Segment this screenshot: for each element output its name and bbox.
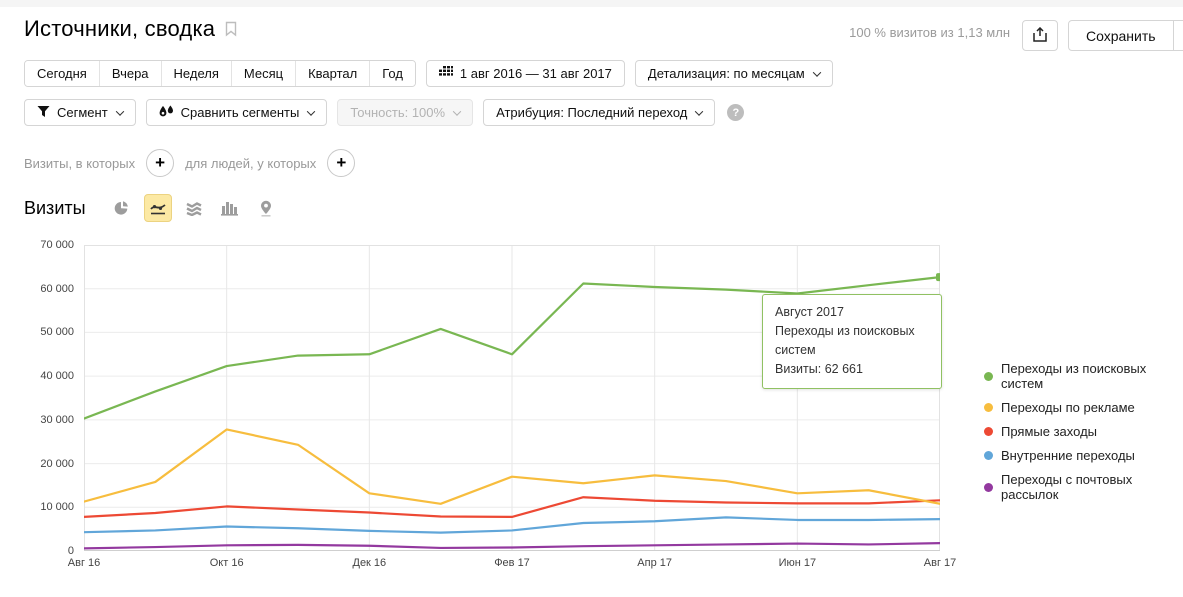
y-axis-label: 0 bbox=[68, 545, 74, 557]
segment-dropdown[interactable]: Сегмент bbox=[24, 99, 136, 126]
segment-builder: Визиты, в которых + для людей, у которых… bbox=[24, 149, 355, 177]
granularity-label: Детализация: по месяцам bbox=[648, 66, 805, 81]
attribution-dropdown[interactable]: Атрибуция: Последний переход bbox=[483, 99, 715, 126]
y-axis-label: 30 000 bbox=[40, 414, 74, 426]
chart-tooltip: Август 2017 Переходы из поисковых систем… bbox=[762, 294, 942, 389]
y-axis-label: 40 000 bbox=[40, 370, 74, 382]
chevron-down-icon bbox=[307, 107, 315, 115]
date-range-button[interactable]: 1 авг 2016 — 31 авг 2017 bbox=[426, 60, 625, 87]
y-axis: 010 00020 00030 00040 00050 00060 00070 … bbox=[0, 245, 74, 551]
bookmark-icon[interactable] bbox=[225, 21, 237, 37]
legend-label: Переходы по рекламе bbox=[1001, 400, 1135, 415]
legend-dot-icon bbox=[984, 372, 993, 381]
legend-item[interactable]: Прямые заходы bbox=[984, 424, 1183, 439]
tooltip-value: Визиты: 62 661 bbox=[775, 360, 929, 379]
segment-label: Сегмент bbox=[57, 105, 108, 120]
legend-dot-icon bbox=[984, 403, 993, 412]
legend-item[interactable]: Переходы по рекламе bbox=[984, 400, 1183, 415]
legend-label: Переходы с почтовых рассылок bbox=[1001, 472, 1183, 502]
metric-label: Визиты bbox=[24, 198, 86, 219]
tooltip-date: Август 2017 bbox=[775, 303, 929, 322]
period-month[interactable]: Месяц bbox=[231, 61, 295, 86]
page-header: Источники, сводка bbox=[24, 16, 237, 42]
chevron-down-icon bbox=[115, 107, 123, 115]
y-axis-label: 10 000 bbox=[40, 501, 74, 513]
page-title: Источники, сводка bbox=[24, 16, 215, 42]
highlight-marker[interactable] bbox=[936, 273, 940, 281]
save-button[interactable]: Сохранить bbox=[1068, 20, 1174, 51]
chart-type-pie-icon[interactable] bbox=[108, 194, 136, 222]
line-chart[interactable] bbox=[84, 245, 940, 551]
chart-type-map-icon[interactable] bbox=[252, 194, 280, 222]
legend-item[interactable]: Переходы с почтовых рассылок bbox=[984, 472, 1183, 502]
save-split-button: Сохранить bbox=[1068, 20, 1183, 51]
export-icon bbox=[1033, 27, 1047, 45]
chevron-down-icon bbox=[695, 107, 703, 115]
chart-type-line-icon[interactable] bbox=[144, 194, 172, 222]
add-people-condition-button[interactable]: + bbox=[327, 149, 355, 177]
people-condition-label: для людей, у которых bbox=[185, 156, 316, 171]
x-axis-label: Июн 17 bbox=[779, 557, 817, 569]
y-axis-label: 70 000 bbox=[40, 239, 74, 251]
period-presets: Сегодня Вчера Неделя Месяц Квартал Год bbox=[24, 60, 416, 87]
legend-item[interactable]: Внутренние переходы bbox=[984, 448, 1183, 463]
save-dropdown-button[interactable] bbox=[1174, 20, 1183, 51]
legend-dot-icon bbox=[984, 483, 993, 492]
compare-segments-dropdown[interactable]: Сравнить сегменты bbox=[146, 99, 328, 126]
sample-size-note: 100 % визитов из 1,13 млн bbox=[849, 25, 1010, 40]
metric-row: Визиты bbox=[24, 194, 280, 222]
period-toolbar: Сегодня Вчера Неделя Месяц Квартал Год 1… bbox=[24, 60, 833, 87]
date-range-label: 1 авг 2016 — 31 авг 2017 bbox=[460, 66, 612, 81]
chevron-down-icon bbox=[813, 68, 821, 76]
visits-condition-label: Визиты, в которых bbox=[24, 156, 135, 171]
accuracy-label: Точность: 100% bbox=[350, 105, 445, 120]
legend-item[interactable]: Переходы из поисковых систем bbox=[984, 361, 1183, 391]
x-axis-label: Авг 17 bbox=[924, 557, 956, 569]
export-button[interactable] bbox=[1022, 20, 1058, 51]
legend-label: Переходы из поисковых систем bbox=[1001, 361, 1183, 391]
chart-legend: Переходы из поисковых систем Переходы по … bbox=[984, 361, 1183, 511]
top-strip bbox=[0, 0, 1183, 7]
legend-label: Прямые заходы bbox=[1001, 424, 1097, 439]
filter-toolbar: Сегмент Сравнить сегменты Точность: 100%… bbox=[24, 99, 744, 126]
chart-type-stacked-areas-icon[interactable] bbox=[180, 194, 208, 222]
granularity-dropdown[interactable]: Детализация: по месяцам bbox=[635, 60, 833, 87]
period-week[interactable]: Неделя bbox=[161, 61, 231, 86]
funnel-icon bbox=[37, 105, 50, 121]
x-axis-label: Авг 16 bbox=[68, 557, 100, 569]
add-visit-condition-button[interactable]: + bbox=[146, 149, 174, 177]
accuracy-dropdown[interactable]: Точность: 100% bbox=[337, 99, 473, 126]
period-today[interactable]: Сегодня bbox=[25, 61, 99, 86]
chevron-down-icon bbox=[453, 107, 461, 115]
legend-label: Внутренние переходы bbox=[1001, 448, 1135, 463]
period-quarter[interactable]: Квартал bbox=[295, 61, 369, 86]
y-axis-label: 20 000 bbox=[40, 458, 74, 470]
help-icon[interactable]: ? bbox=[727, 104, 744, 121]
drops-icon bbox=[159, 105, 174, 121]
x-axis-label: Апр 17 bbox=[637, 557, 672, 569]
attribution-label: Атрибуция: Последний переход bbox=[496, 105, 687, 120]
y-axis-label: 60 000 bbox=[40, 283, 74, 295]
calendar-grid-icon bbox=[439, 66, 453, 81]
x-axis: Авг 16Окт 16Дек 16Фев 17Апр 17Июн 17Авг … bbox=[84, 557, 940, 573]
y-axis-label: 50 000 bbox=[40, 326, 74, 338]
compare-segments-label: Сравнить сегменты bbox=[181, 105, 300, 120]
x-axis-label: Окт 16 bbox=[210, 557, 244, 569]
legend-dot-icon bbox=[984, 451, 993, 460]
x-axis-label: Дек 16 bbox=[352, 557, 386, 569]
tooltip-series: Переходы из поисковых систем bbox=[775, 322, 929, 360]
legend-dot-icon bbox=[984, 427, 993, 436]
period-year[interactable]: Год bbox=[369, 61, 415, 86]
x-axis-label: Фев 17 bbox=[494, 557, 530, 569]
chart-type-columns-icon[interactable] bbox=[216, 194, 244, 222]
period-yesterday[interactable]: Вчера bbox=[99, 61, 161, 86]
